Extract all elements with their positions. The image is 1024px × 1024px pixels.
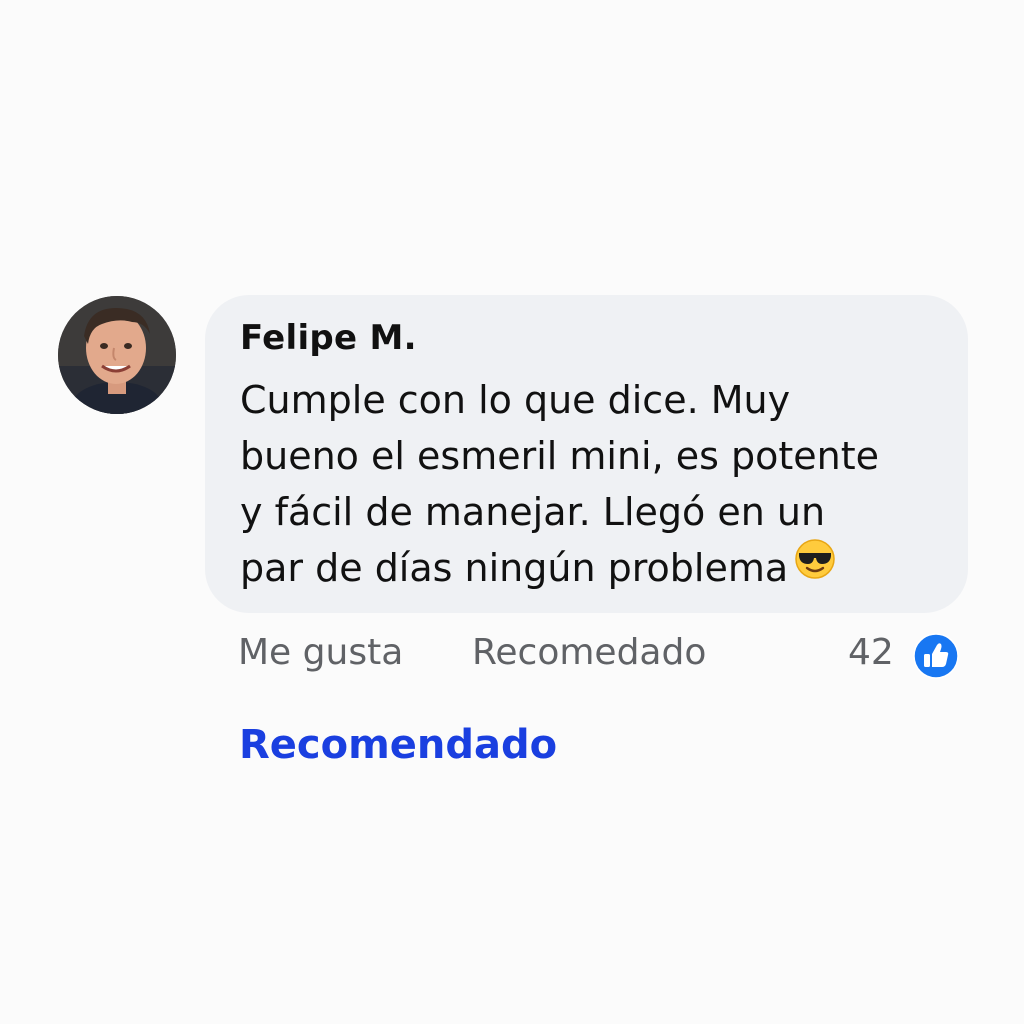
comment-text-line-last: par de días ningún problema bbox=[240, 538, 940, 599]
smiling-face-with-sunglasses-icon bbox=[794, 538, 836, 595]
comment-text-line: par de días ningún problema bbox=[240, 546, 789, 590]
comment-text: Cumple con lo que dice. Muy bueno el esm… bbox=[240, 372, 940, 599]
comment-actions: Me gusta Recomedado 42 bbox=[0, 632, 1024, 680]
comment-text-line: Cumple con lo que dice. Muy bbox=[240, 378, 791, 422]
comment-text-line: bueno el esmeril mini, es potente bbox=[240, 434, 880, 478]
recommend-button[interactable]: Recomedado bbox=[472, 632, 706, 673]
recommended-link[interactable]: Recomendado bbox=[239, 722, 557, 768]
reaction-count[interactable]: 42 bbox=[848, 632, 894, 673]
comment-text-line: y fácil de manejar. Llegó en un bbox=[240, 490, 826, 534]
comment-author[interactable]: Felipe M. bbox=[240, 318, 417, 358]
comment-card: Felipe M. Cumple con lo que dice. Muy bu… bbox=[0, 0, 1024, 1024]
avatar-image bbox=[58, 296, 176, 414]
avatar[interactable] bbox=[58, 296, 176, 414]
like-button[interactable]: Me gusta bbox=[238, 632, 403, 673]
thumbs-up-icon[interactable] bbox=[913, 633, 959, 679]
